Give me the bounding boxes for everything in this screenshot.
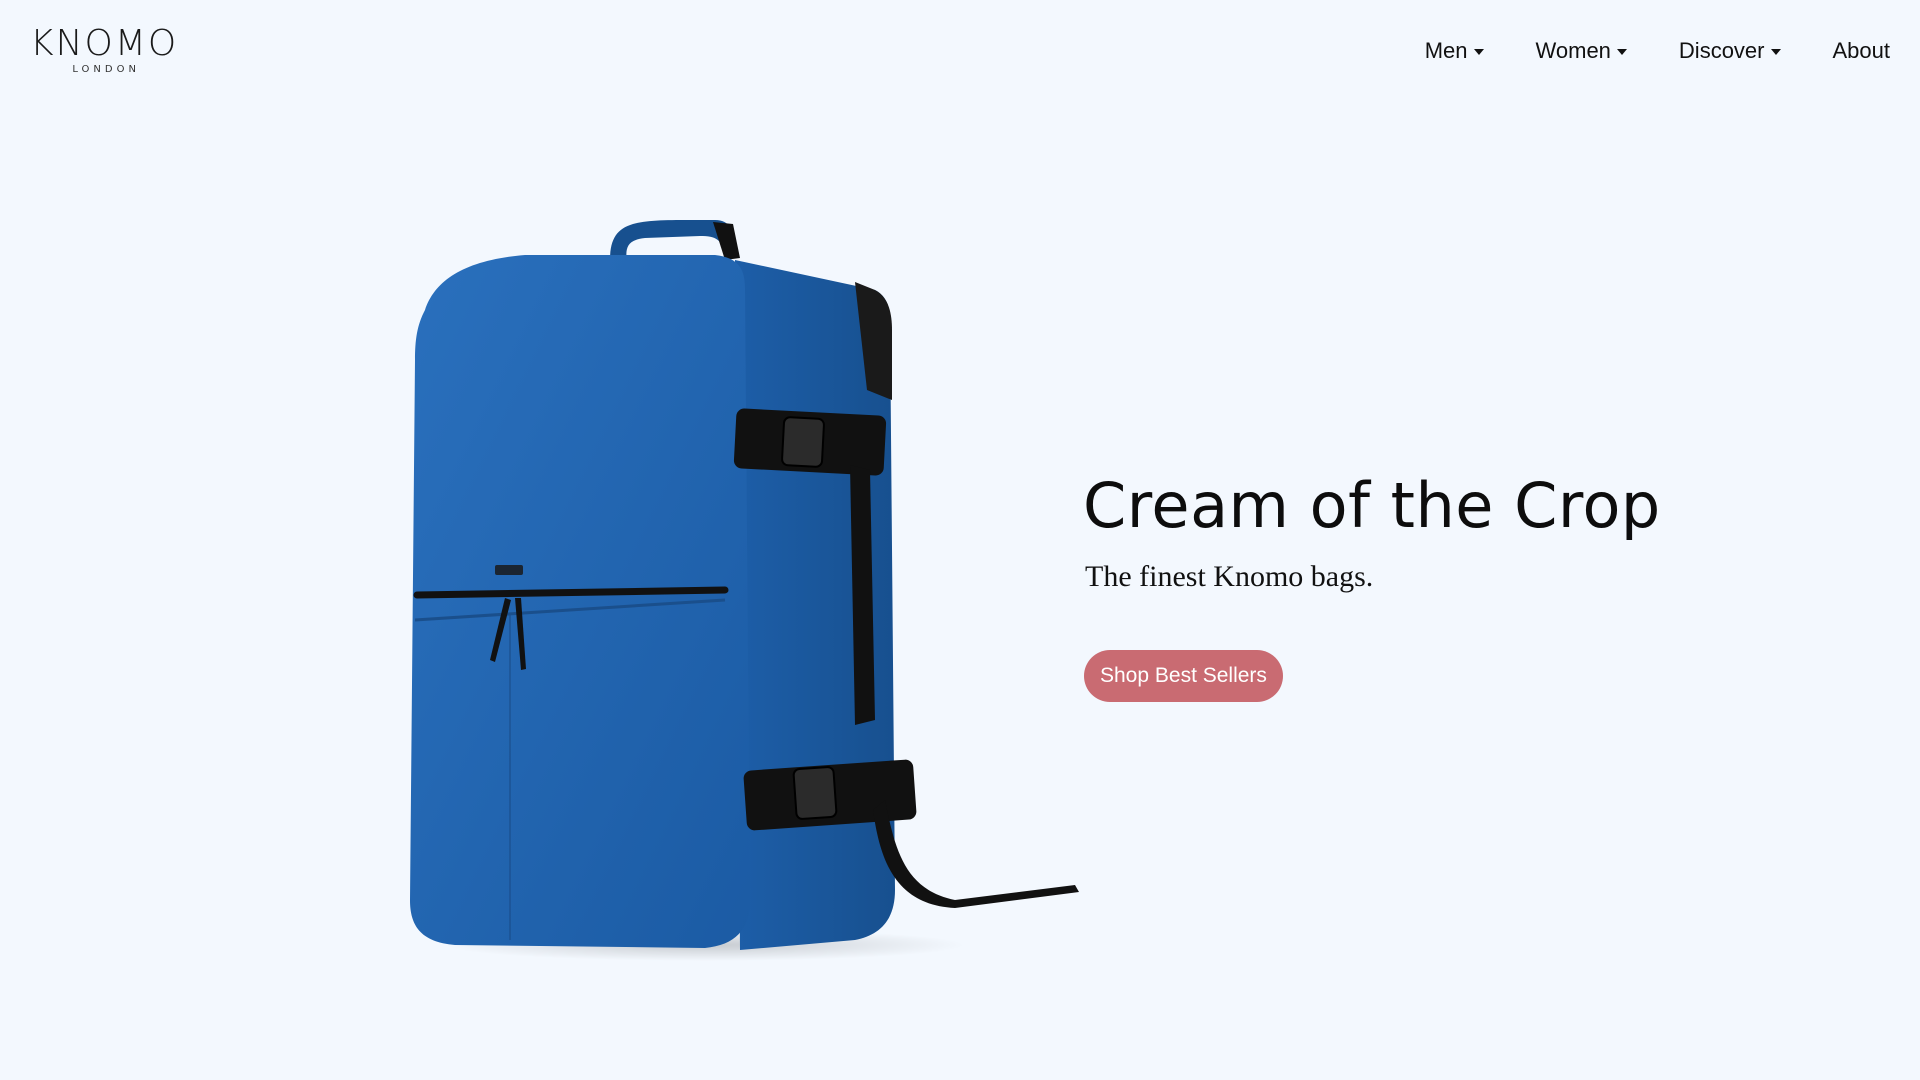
nav-item-label: Discover [1678,38,1765,63]
caret-down-icon [1770,49,1781,55]
hero-subtitle: The finest Knomo bags. [1085,560,1374,593]
nav-item-label: About [1832,38,1891,63]
nav-item-discover[interactable]: Discover [1679,38,1781,64]
hero-title: Cream of the Crop [1083,469,1661,542]
nav-item-women[interactable]: Women [1536,38,1627,64]
nav-item-about[interactable]: About [1833,38,1891,64]
logo-subtitle: LONDON [72,64,140,75]
main-nav: Men Women Discover About [1425,38,1890,64]
hero-text-block: Cream of the Crop The finest Knomo bags.… [1083,470,1661,702]
nav-item-label: Men [1424,38,1468,63]
nav-item-men[interactable]: Men [1425,38,1484,64]
backpack-icon [410,220,1079,961]
page: KNOMO LONDON Men Women Discover About Cr… [0,0,1920,1080]
hero-product-image[interactable] [395,200,1095,970]
caret-down-icon [1616,49,1627,55]
knomo-logo[interactable]: KNOMO LONDON [30,23,179,76]
caret-down-icon [1473,49,1484,55]
logo-wordmark: KNOMO [30,23,179,64]
shop-best-sellers-button[interactable]: Shop Best Sellers [1084,650,1283,702]
nav-item-label: Women [1535,38,1611,63]
